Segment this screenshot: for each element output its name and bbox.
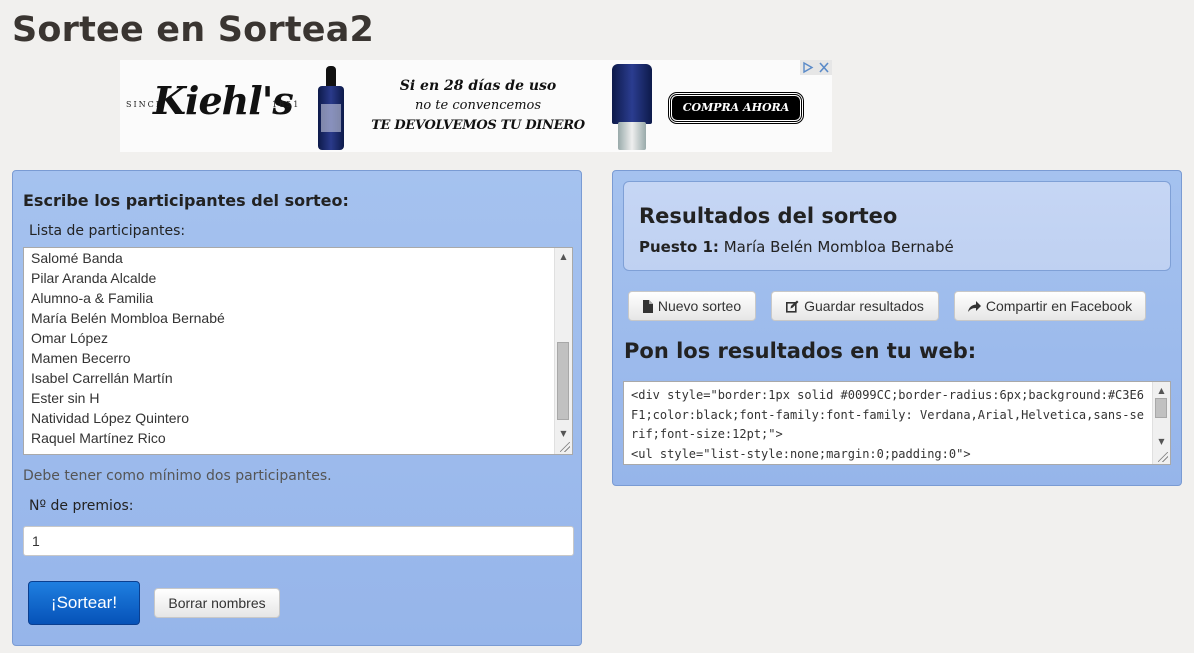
participant-line: Salomé Banda <box>31 250 123 266</box>
ad-line-1: Si en 28 días de uso <box>399 78 557 94</box>
ad-copy: Si en 28 días de uso no te convencemos T… <box>368 76 588 136</box>
participants-list: ▁▁▁▁▁ ▁▁▁▁▁ Salomé BandaPilar Aranda Alc… <box>31 248 554 448</box>
participant-line: Isabel Carrellán Martín <box>31 370 173 386</box>
min-participants-hint: Debe tener como mínimo dos participantes… <box>23 468 332 484</box>
participant-line: Mamen Becerro <box>31 350 131 366</box>
advertisement-banner[interactable]: SINCE Kiehl's 1851 Si en 28 días de uso … <box>120 60 832 152</box>
participant-line: Pilar Aranda Alcalde <box>31 270 157 286</box>
participants-list-label: Lista de participantes: <box>29 223 186 239</box>
participants-heading: Escribe los participantes del sorteo: <box>23 191 349 210</box>
result-position-1: Puesto 1: María Belén Mombloa Bernabé <box>639 238 954 256</box>
resize-grip-icon[interactable] <box>1158 452 1168 462</box>
scroll-up-arrow-icon[interactable]: ▲ <box>555 248 572 265</box>
results-box: Resultados del sorteo Puesto 1: María Be… <box>623 181 1171 271</box>
scroll-thumb[interactable] <box>557 342 569 420</box>
participant-line: Natividad López Quintero <box>31 410 189 426</box>
results-panel: Resultados del sorteo Puesto 1: María Be… <box>612 170 1182 486</box>
page-title: Sortee en Sortea2 <box>12 10 375 50</box>
ad-line-2: no te convencemos <box>414 98 542 113</box>
cream-tube-image <box>612 64 652 150</box>
new-draw-button[interactable]: Nuevo sorteo <box>628 291 756 321</box>
draw-button[interactable]: ¡Sortear! <box>28 581 140 625</box>
file-icon <box>642 300 653 313</box>
prizes-input[interactable] <box>23 526 574 556</box>
participant-line: Raquel Martínez Rico <box>31 430 166 446</box>
participant-line: María Belén Mombloa Bernabé <box>31 310 225 326</box>
scroll-up-arrow-icon[interactable]: ▲ <box>1153 382 1170 399</box>
ad-buy-button[interactable]: COMPRA AHORA <box>668 92 804 124</box>
results-title: Resultados del sorteo <box>639 204 898 228</box>
prizes-label: Nº de premios: <box>29 498 134 514</box>
save-results-button[interactable]: Guardar resultados <box>771 291 939 321</box>
new-draw-label: Nuevo sorteo <box>657 298 742 314</box>
close-icon[interactable] <box>819 62 829 73</box>
participant-line: Ester sin H <box>31 390 100 406</box>
winner-name: María Belén Mombloa Bernabé <box>723 238 954 256</box>
embed-code-textarea[interactable]: <div style="border:1px solid #0099CC;bor… <box>623 381 1171 465</box>
scroll-down-arrow-icon[interactable]: ▼ <box>555 425 572 442</box>
participants-panel: Escribe los participantes del sorteo: Li… <box>12 170 582 646</box>
participant-line: Alumno-a & Familia <box>31 290 154 306</box>
share-icon <box>967 301 981 312</box>
scroll-down-arrow-icon[interactable]: ▼ <box>1153 433 1170 450</box>
serum-bottle-image <box>316 66 346 150</box>
resize-grip-icon[interactable] <box>560 442 570 452</box>
participants-scrollbar[interactable]: ▲ ▼ <box>554 248 572 454</box>
participants-textarea[interactable]: ▁▁▁▁▁ ▁▁▁▁▁ Salomé BandaPilar Aranda Alc… <box>23 247 573 455</box>
ad-brand-year: 1851 <box>272 100 301 109</box>
clear-names-button[interactable]: Borrar nombres <box>154 588 280 618</box>
embed-heading: Pon los resultados en tu web: <box>624 339 977 363</box>
adchoices-icon[interactable] <box>800 60 832 75</box>
share-facebook-button[interactable]: Compartir en Facebook <box>954 291 1146 321</box>
scroll-thumb[interactable] <box>1155 398 1167 418</box>
edit-icon <box>786 300 799 313</box>
embed-code: <div style="border:1px solid #0099CC;bor… <box>631 388 1144 461</box>
save-results-label: Guardar resultados <box>804 298 924 314</box>
share-facebook-label: Compartir en Facebook <box>985 298 1133 314</box>
ad-line-3: TE DEVOLVEMOS TU DINERO <box>371 118 585 133</box>
position-label: Puesto 1: <box>639 238 719 256</box>
participant-line: Omar López <box>31 330 109 346</box>
